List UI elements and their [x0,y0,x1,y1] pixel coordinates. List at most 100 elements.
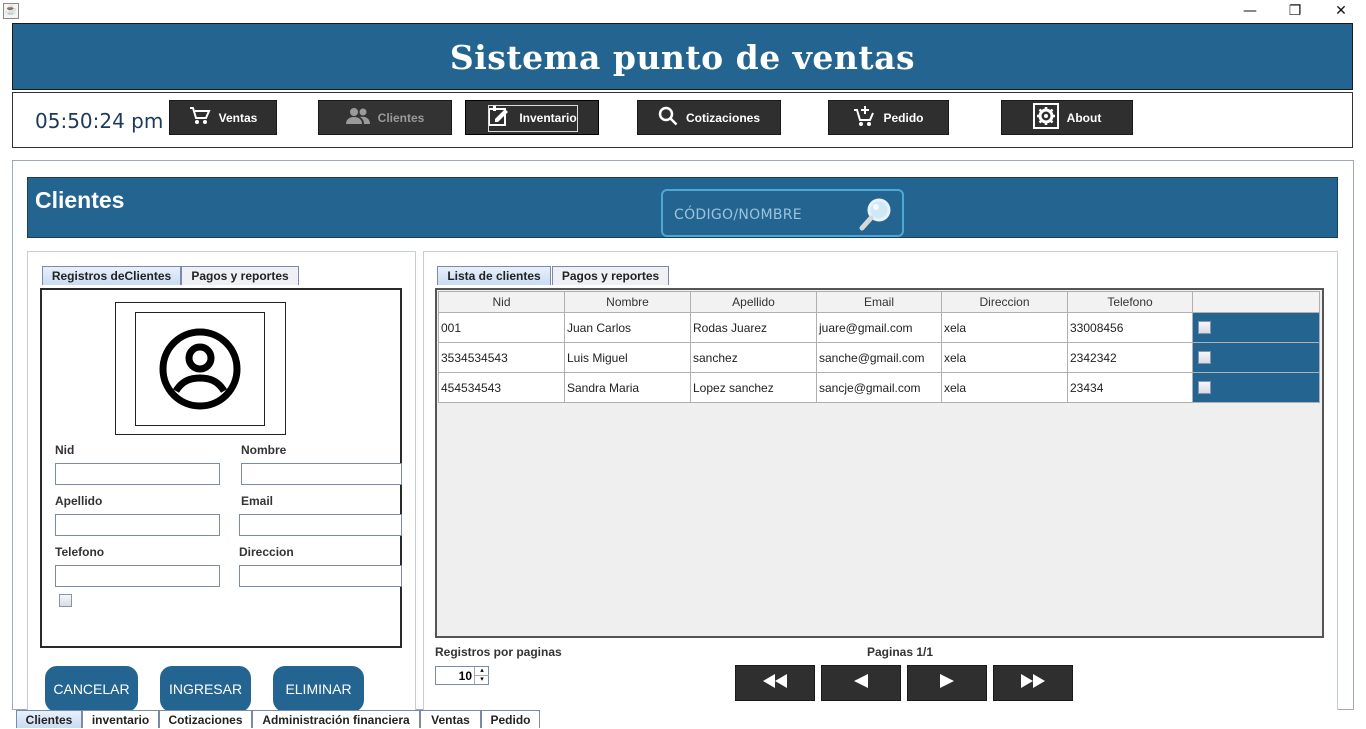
tab-pagos-reportes-right[interactable]: Pagos y reportes [552,266,669,285]
bottom-tab-bar: Clientes inventario Cotizaciones Adminis… [0,710,1366,728]
users-icon [345,107,370,128]
cell-nid[interactable]: 3534534543 [438,342,565,373]
column-header-nombre[interactable]: Nombre [564,291,691,313]
nombre-input[interactable] [241,463,402,485]
cart-add-icon [853,105,875,130]
cancelar-button[interactable]: CANCELAR [45,666,138,712]
tab-cotizaciones[interactable]: Cotizaciones [159,710,252,728]
email-label: Email [241,494,274,508]
cell-nid[interactable]: 454534543 [438,372,565,403]
column-header-email[interactable]: Email [816,291,942,313]
column-header-telefono[interactable]: Telefono [1067,291,1193,313]
pedido-button[interactable]: Pedido [828,100,949,135]
eliminar-button[interactable]: ELIMINAR [273,666,364,712]
column-header-apellido[interactable]: Apellido [690,291,817,313]
tab-registros-clientes[interactable]: Registros deClientes [42,266,181,285]
nid-input[interactable] [55,463,220,485]
nombre-label: Nombre [241,443,287,457]
cell-apellido[interactable]: Lopez sanchez [690,372,817,403]
clientes-button[interactable]: Clientes [318,100,452,135]
tab-clientes[interactable]: Clientes [16,710,82,728]
cell-telefono[interactable]: 33008456 [1067,312,1193,343]
magnifier-icon[interactable] [858,196,894,237]
last-page-button[interactable] [993,665,1073,701]
tab-pedido[interactable]: Pedido [481,710,540,728]
tab-inventario[interactable]: inventario [82,710,159,728]
cell-telefono[interactable]: 2342342 [1067,342,1193,373]
apellido-input[interactable] [55,514,220,536]
column-header-nid[interactable]: Nid [438,291,565,313]
search-placeholder: CÓDIGO/NOMBRE [674,207,802,223]
column-header-direccion[interactable]: Direccion [941,291,1068,313]
section-header: Clientes CÓDIGO/NOMBRE [27,177,1338,238]
tab-pagos-reportes-left[interactable]: Pagos y reportes [181,266,299,285]
cell-select[interactable] [1192,372,1320,403]
registros-por-pagina-label: Registros por paginas [435,645,562,659]
table-row[interactable]: 001 Juan Carlos Rodas Juarez juare@gmail… [438,312,1320,343]
tab-administracion-financiera[interactable]: Administración financiera [252,710,420,728]
tab-lista-clientes[interactable]: Lista de clientes [437,266,551,285]
cell-select[interactable] [1192,342,1320,373]
column-header-select[interactable] [1192,291,1320,313]
cell-direccion[interactable]: xela [941,342,1068,373]
cell-direccion[interactable]: xela [941,312,1068,343]
double-left-arrow-icon [763,673,787,693]
cell-nid[interactable]: 001 [438,312,565,343]
ingresar-button[interactable]: INGRESAR [160,666,251,712]
direccion-label: Direccion [239,545,294,559]
cell-apellido[interactable]: Rodas Juarez [690,312,817,343]
search-icon [658,106,678,129]
form-checkbox[interactable] [59,594,72,607]
cell-email[interactable]: sancje@gmail.com [816,372,942,403]
app-header: Sistema punto de ventas [12,23,1353,90]
row-checkbox[interactable] [1198,351,1211,364]
close-button[interactable]: ✕ [1318,0,1364,22]
section-title: Clientes [35,187,125,213]
cell-direccion[interactable]: xela [941,372,1068,403]
cell-nombre[interactable]: Luis Miguel [564,342,691,373]
cell-nombre[interactable]: Sandra Maria [564,372,691,403]
apellido-label: Apellido [55,494,103,508]
spinner-down-icon[interactable]: ▾ [474,676,489,684]
pedido-label: Pedido [883,110,924,125]
double-right-arrow-icon [1021,673,1045,693]
tab-ventas[interactable]: Ventas [420,710,481,728]
registros-spinner[interactable]: 10 ▴ ▾ [435,666,489,685]
nid-label: Nid [55,443,75,457]
row-checkbox[interactable] [1198,381,1211,394]
restore-button[interactable]: ❐ [1272,0,1318,22]
spinner-up-icon[interactable]: ▴ [474,667,489,676]
table-row[interactable]: 3534534543 Luis Miguel sanchez sanche@gm… [438,342,1320,373]
table-header-row: Nid Nombre Apellido Email Direccion Tele… [438,291,1320,313]
direccion-input[interactable] [239,565,402,587]
minimize-button[interactable]: — [1227,0,1273,22]
clientes-label: Clientes [377,110,425,125]
ventas-label: Ventas [218,110,258,125]
cell-apellido[interactable]: sanchez [690,342,817,373]
paginas-label: Paginas 1/1 [867,645,934,659]
inventario-button[interactable]: Inventario [465,100,599,135]
cell-email[interactable]: sanche@gmail.com [816,342,942,373]
prev-page-button[interactable] [821,665,901,701]
about-button[interactable]: About [1001,100,1133,135]
window-titlebar: ☕ — ❐ ✕ [0,0,1366,22]
next-page-button[interactable] [907,665,987,701]
ventas-button[interactable]: Ventas [169,100,277,135]
cart-icon [189,106,211,129]
left-arrow-icon [854,673,868,693]
telefono-input[interactable] [55,565,220,587]
cell-telefono[interactable]: 23434 [1067,372,1193,403]
right-arrow-icon [940,673,954,693]
client-table[interactable]: Nid Nombre Apellido Email Direccion Tele… [438,291,1320,403]
search-input[interactable]: CÓDIGO/NOMBRE [661,189,904,237]
cell-email[interactable]: juare@gmail.com [816,312,942,343]
first-page-button[interactable] [735,665,815,701]
telefono-label: Telefono [55,545,105,559]
registros-spinner-value[interactable]: 10 [436,669,472,683]
cell-select[interactable] [1192,312,1320,343]
cell-nombre[interactable]: Juan Carlos [564,312,691,343]
row-checkbox[interactable] [1198,321,1211,334]
email-input[interactable] [239,514,402,536]
cotizaciones-button[interactable]: Cotizaciones [637,100,781,135]
table-row[interactable]: 454534543 Sandra Maria Lopez sanchez san… [438,372,1320,403]
